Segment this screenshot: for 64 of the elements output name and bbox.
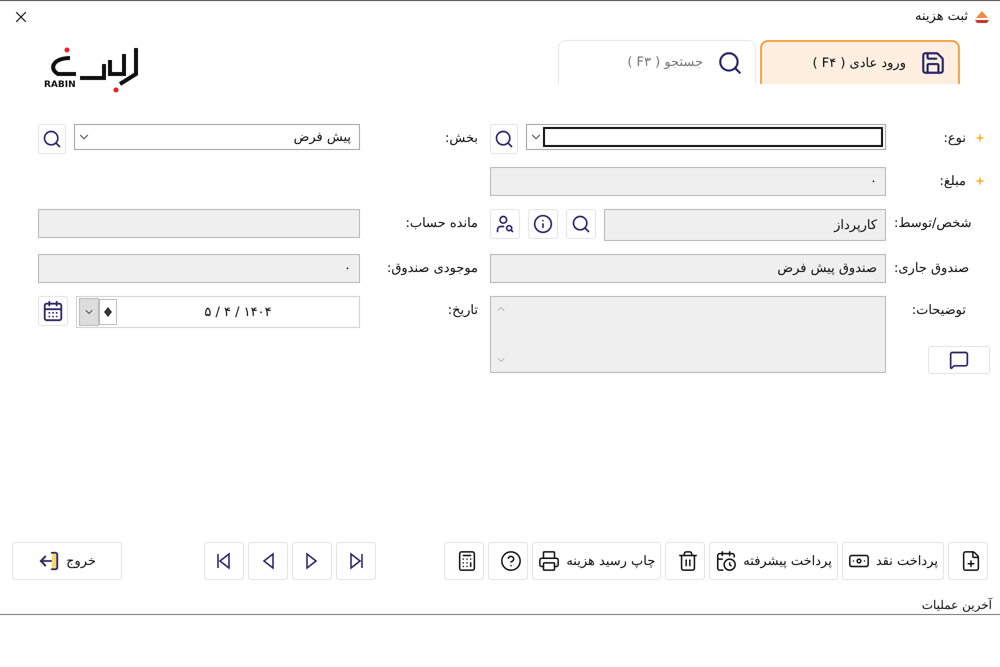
next-record-button[interactable]	[292, 542, 332, 580]
exit-button[interactable]: خروج	[12, 542, 122, 580]
search-icon	[494, 129, 514, 149]
spinner[interactable]	[99, 299, 117, 325]
field-label: توضیحات:	[912, 302, 966, 318]
search-icon	[717, 50, 743, 76]
toolbar-button[interactable]: پرداخت نقد	[842, 542, 944, 580]
person-button[interactable]	[490, 209, 520, 239]
info-button[interactable]	[528, 209, 558, 239]
field-label: مانده حساب:	[405, 216, 478, 230]
search-button[interactable]	[566, 209, 596, 239]
dropdown-field[interactable]: پیش فرض	[74, 124, 360, 150]
down-arrow-icon	[104, 312, 112, 317]
field-label: بخش:	[445, 130, 478, 146]
calendar-button[interactable]	[38, 296, 68, 326]
previous-record-button[interactable]	[248, 542, 288, 580]
field-label: مبلغ:	[940, 174, 966, 188]
up-arrow-icon	[104, 307, 112, 312]
new-button[interactable]	[948, 542, 988, 580]
notes-field[interactable]	[490, 296, 886, 373]
app-icon	[974, 10, 990, 24]
logo-text: RABIN	[44, 80, 76, 90]
info-icon	[533, 214, 553, 234]
comment-button[interactable]	[928, 346, 990, 374]
search-icon	[42, 129, 62, 149]
save-icon	[920, 50, 946, 76]
field-label: شخص/توسط:	[894, 216, 972, 230]
text-field[interactable]: کارپرداز	[604, 209, 886, 241]
search-button[interactable]	[38, 124, 66, 154]
comment-icon	[949, 350, 969, 370]
search-icon	[571, 214, 591, 234]
play-left-icon	[260, 552, 276, 570]
calendar-clock-icon	[715, 550, 738, 572]
last-record-button[interactable]	[336, 542, 376, 580]
skip-start-icon	[216, 552, 232, 570]
status-text: آخرین عملیات	[922, 598, 992, 612]
calendar-icon	[42, 300, 64, 322]
file-plus-icon	[960, 550, 982, 572]
text-field[interactable]	[38, 209, 360, 238]
search-button[interactable]	[490, 124, 518, 154]
field-label: صندوق جاری:	[894, 260, 970, 276]
field-label: نوع:	[944, 130, 966, 146]
exit-icon	[38, 550, 60, 572]
tab[interactable]: جستجو ( F۳ )	[558, 40, 756, 84]
calculator-button[interactable]	[444, 542, 484, 580]
trash-icon	[677, 550, 700, 572]
toolbar-button[interactable]: پرداخت پیشرفته	[709, 542, 838, 580]
help-icon	[500, 550, 522, 572]
text-field[interactable]: ۰	[490, 167, 886, 196]
date-field[interactable]: ۱۴۰۴ / ۴ / ۵	[76, 296, 360, 328]
skip-end-icon	[348, 552, 364, 570]
first-record-button[interactable]	[204, 542, 244, 580]
field-label: تاریخ:	[448, 302, 478, 318]
help-button[interactable]	[488, 542, 528, 580]
toolbar-button[interactable]: چاپ رسید هزینه	[532, 542, 662, 580]
delete-button[interactable]	[665, 542, 706, 580]
text-field[interactable]: صندوق پیش فرض	[490, 254, 886, 283]
printer-icon	[538, 550, 560, 572]
field-label: موجودی صندوق:	[386, 260, 478, 276]
window-title: ثبت هزینه	[915, 9, 968, 24]
text-field[interactable]: ۰	[38, 254, 360, 283]
dropdown-field[interactable]	[526, 124, 886, 150]
tab[interactable]: ورود عادی ( F۴ )	[760, 40, 960, 84]
user-search-icon	[495, 214, 515, 234]
